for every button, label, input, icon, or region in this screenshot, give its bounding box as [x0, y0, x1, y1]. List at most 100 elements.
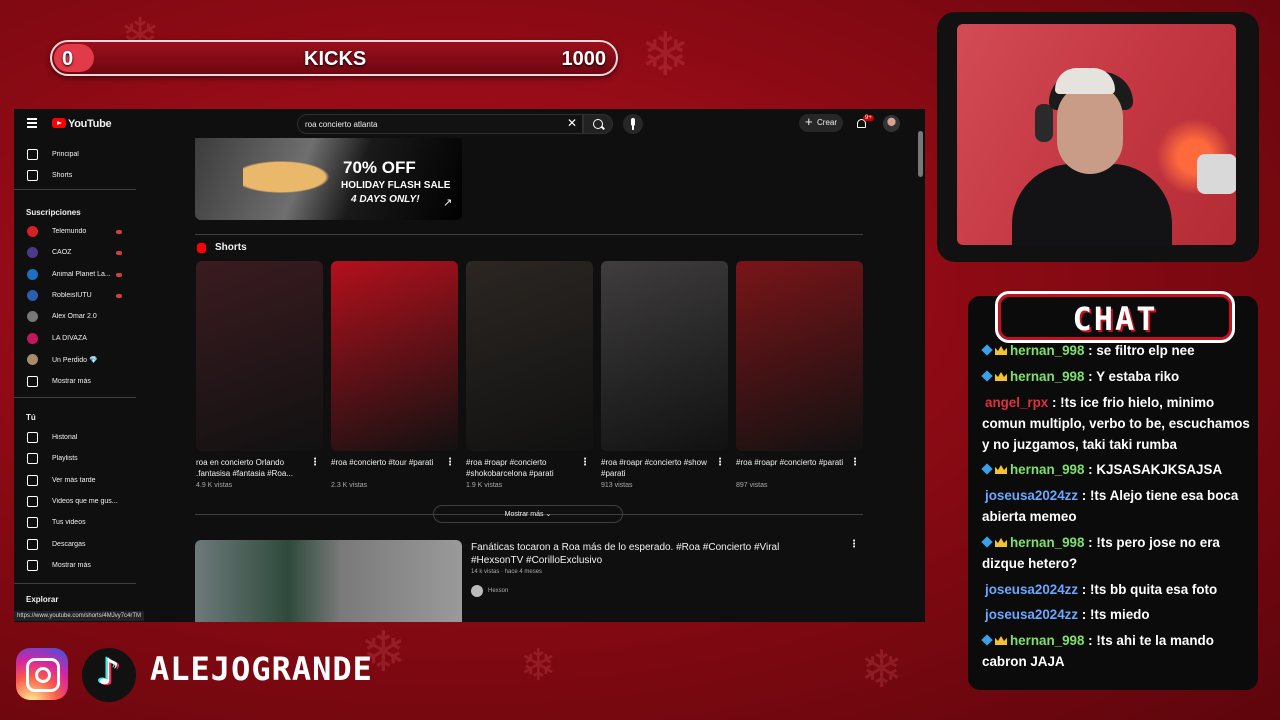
- shorts-show-more-button[interactable]: Mostrar más ⌄: [433, 505, 623, 523]
- short-card[interactable]: roa en concierto Orlando .fantasisa #fan…: [196, 261, 323, 489]
- sidebar-item[interactable]: LA DIVAZA: [14, 330, 136, 348]
- create-button[interactable]: + Crear: [799, 114, 843, 132]
- video-title[interactable]: Fanáticas tocaron a Roa más de lo espera…: [471, 541, 831, 567]
- sidebar-item-label: Mostrar más: [52, 562, 91, 569]
- short-title[interactable]: #roa #roapr #concierto #shokobarcelona #…: [466, 457, 578, 479]
- short-thumbnail[interactable]: [331, 261, 458, 451]
- short-more-icon[interactable]: ⋮: [580, 457, 590, 468]
- sidebar-item[interactable]: Historial: [14, 429, 136, 447]
- video-thumbnail[interactable]: [195, 540, 462, 622]
- subscriber-badge-icon: [981, 536, 1010, 548]
- short-card[interactable]: #roa #roapr #concierto #parati 897 vistas…: [736, 261, 863, 489]
- sidebar-item[interactable]: Un Perdido 💎: [14, 351, 136, 369]
- sidebar-item[interactable]: Playlists: [14, 450, 136, 468]
- chat-username: joseusa2024zz: [985, 607, 1079, 622]
- chat-message: joseusa2024zz : !ts Alejo tiene esa boca…: [982, 485, 1254, 527]
- short-thumbnail[interactable]: [601, 261, 728, 451]
- sidebar-item[interactable]: Shorts: [14, 167, 136, 185]
- sidebar-item[interactable]: Principal: [14, 146, 136, 164]
- sidebar-item[interactable]: Mostrar más: [14, 557, 136, 575]
- channel-name[interactable]: Hexson: [488, 588, 508, 594]
- sidebar-explore-header[interactable]: Explorar: [26, 595, 58, 604]
- ad-headline: 70% OFF: [343, 158, 416, 177]
- short-title[interactable]: #roa #roapr #concierto #parati: [736, 457, 848, 468]
- youtube-brand[interactable]: YouTube: [68, 118, 112, 130]
- sidebar-item[interactable]: Animal Planet La...: [14, 266, 136, 284]
- short-views: 1.9 K vistas: [466, 482, 503, 489]
- sidebar-item[interactable]: Alex Omar 2.0: [14, 308, 136, 326]
- history-icon: [27, 432, 38, 443]
- kicks-progress-fill: [54, 44, 94, 72]
- chat-username: hernan_998: [1010, 633, 1085, 648]
- search-input[interactable]: [297, 114, 583, 134]
- streamer-face: [1057, 84, 1123, 174]
- sidebar-you-header[interactable]: Tú: [26, 413, 36, 422]
- voice-search-icon[interactable]: [623, 114, 643, 134]
- channel-avatar[interactable]: [471, 585, 483, 597]
- download-icon: [27, 538, 38, 550]
- subscriber-badge-icon: [981, 370, 1010, 382]
- short-more-icon[interactable]: ⋮: [445, 457, 455, 468]
- search-button[interactable]: [583, 114, 613, 134]
- sidebar-item[interactable]: RobleisIUTU: [14, 287, 136, 305]
- subscriber-badge-icon: [981, 634, 1010, 646]
- chevron-down-icon: [27, 376, 38, 387]
- channel-avatar-icon: [27, 311, 38, 323]
- short-thumbnail[interactable]: [736, 261, 863, 451]
- short-title[interactable]: roa en concierto Orlando .fantasisa #fan…: [196, 457, 308, 479]
- short-more-icon[interactable]: ⋮: [310, 457, 320, 468]
- sidebar-item-label: Principal: [52, 151, 79, 158]
- short-title[interactable]: #roa #roapr #concierto #show #parati: [601, 457, 713, 479]
- sidebar-item-label: Ver más tarde: [52, 476, 96, 484]
- video-more-icon[interactable]: ⋮: [849, 539, 859, 550]
- sidebar-item-label: Videos que me gus...: [52, 497, 118, 505]
- sidebar-subscriptions-header[interactable]: Suscripciones: [26, 208, 81, 217]
- short-thumbnail[interactable]: [466, 261, 593, 451]
- chat-username: angel_rpx: [985, 395, 1049, 410]
- account-avatar[interactable]: [883, 115, 900, 132]
- chat-message: joseusa2024zz : !ts bb quita esa foto: [982, 579, 1254, 600]
- streamer-handle: ALEJOGRANDE: [150, 650, 373, 688]
- status-bar-url: https://www.youtube.com/shorts/4MJvy7c4r…: [14, 611, 145, 621]
- microphone-image: [1197, 154, 1236, 194]
- webcam-feed: [957, 24, 1236, 245]
- scrollbar-thumb[interactable]: [918, 131, 923, 177]
- chat-message: hernan_998 : KJSASAKJKSAJSA: [981, 459, 1254, 480]
- chat-username: hernan_998: [1010, 343, 1085, 358]
- create-label: Crear: [817, 118, 838, 127]
- sidebar-item[interactable]: Telemundo: [14, 223, 136, 241]
- youtube-top-bar: YouTube ✕ + Crear 9+: [14, 109, 925, 139]
- sidebar-item[interactable]: Mostrar más: [14, 373, 136, 391]
- chevron-down-icon: [27, 560, 38, 571]
- short-thumbnail[interactable]: [196, 261, 323, 451]
- short-card[interactable]: #roa #roapr #concierto #show #parati 913 …: [601, 261, 728, 489]
- hamburger-menu-icon[interactable]: [27, 118, 37, 128]
- short-more-icon[interactable]: ⋮: [850, 457, 860, 468]
- sidebar-item[interactable]: Tus videos: [14, 514, 136, 532]
- youtube-logo-icon[interactable]: [52, 118, 66, 128]
- live-indicator-icon: [116, 293, 122, 298]
- sidebar-divider: [14, 583, 136, 584]
- sidebar-item-label: Historial: [52, 434, 78, 441]
- kicks-current: 0: [62, 48, 74, 70]
- sidebar-item[interactable]: Ver más tarde: [14, 472, 136, 490]
- sidebar-item[interactable]: CAOZ: [14, 244, 136, 262]
- chat-message: angel_rpx : !ts ice frio hielo, minimo c…: [982, 392, 1254, 455]
- ad-banner[interactable]: 70% OFF HOLIDAY FLASH SALE 4 DAYS ONLY! …: [195, 138, 462, 220]
- sidebar-item-label: Mostrar más: [52, 378, 91, 385]
- short-title[interactable]: #roa #concierto #tour #parati: [331, 457, 443, 468]
- short-more-icon[interactable]: ⋮: [715, 457, 725, 468]
- sidebar-item[interactable]: Descargas: [14, 536, 136, 554]
- sidebar-item-label: Animal Planet La...: [52, 270, 111, 278]
- sidebar-item[interactable]: Videos que me gus...: [14, 493, 136, 511]
- sidebar-item-label: RobleisIUTU: [52, 291, 92, 299]
- clear-search-icon[interactable]: ✕: [567, 116, 577, 130]
- live-indicator-icon: [116, 230, 122, 234]
- shorts-icon: [27, 170, 38, 181]
- notification-badge: 9+: [863, 115, 874, 121]
- playlist-icon: [27, 453, 38, 465]
- chat-username: hernan_998: [1010, 369, 1085, 384]
- short-card[interactable]: #roa #roapr #concierto #shokobarcelona #…: [466, 261, 593, 489]
- kicks-label: KICKS: [304, 48, 367, 70]
- short-card[interactable]: #roa #concierto #tour #parati 2.3 K vista…: [331, 261, 458, 489]
